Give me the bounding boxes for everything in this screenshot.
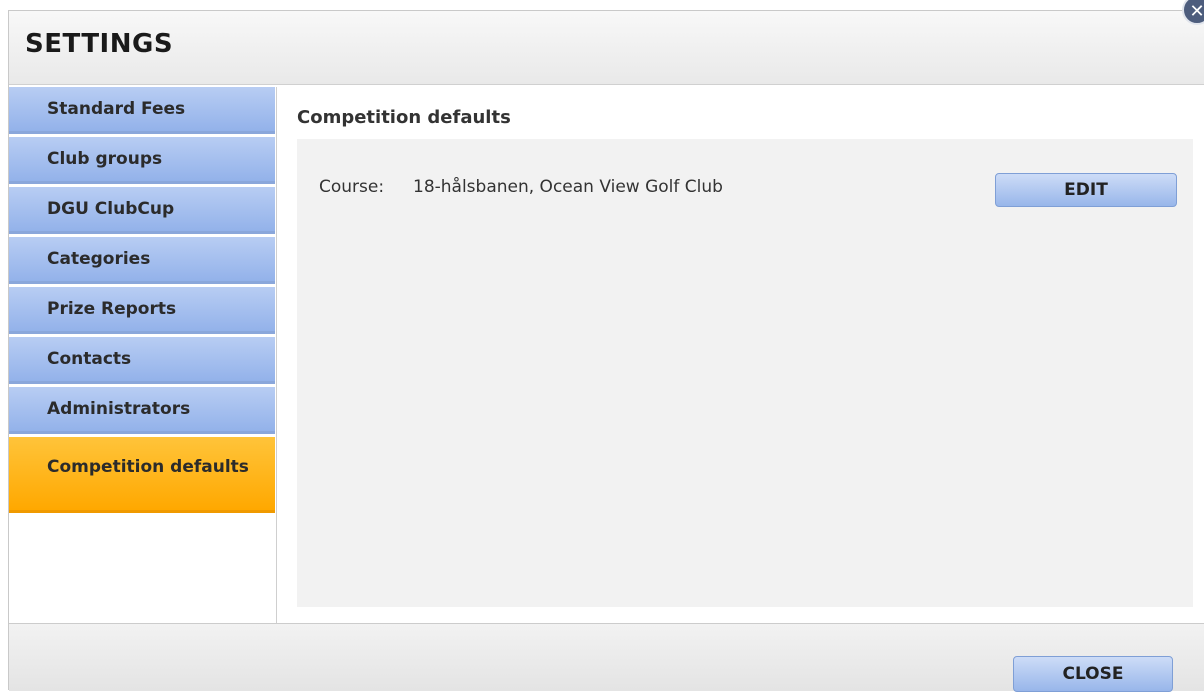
settings-sidebar: Standard Fees Club groups DGU ClubCup Ca…: [9, 87, 277, 623]
sidebar-item-categories[interactable]: Categories: [9, 237, 275, 284]
settings-content: Competition defaults Course: 18-hålsbane…: [279, 87, 1204, 623]
sidebar-item-club-groups[interactable]: Club groups: [9, 137, 275, 184]
sidebar-item-contacts[interactable]: Contacts: [9, 337, 275, 384]
dialog-footer: CLOSE: [9, 623, 1204, 692]
section-title: Competition defaults: [297, 107, 511, 128]
sidebar-item-dgu-clubcup[interactable]: DGU ClubCup: [9, 187, 275, 234]
sidebar-item-standard-fees[interactable]: Standard Fees: [9, 87, 275, 134]
settings-dialog: SETTINGS ✕ Standard Fees Club groups DGU…: [8, 0, 1204, 692]
sidebar-item-competition-defaults[interactable]: Competition defaults: [9, 437, 275, 513]
dialog-header: SETTINGS ✕: [9, 0, 1204, 85]
course-label: Course:: [319, 177, 385, 197]
dialog-title: SETTINGS: [25, 29, 174, 59]
competition-defaults-panel: Course: 18-hålsbanen, Ocean View Golf Cl…: [297, 139, 1193, 607]
sidebar-item-prize-reports[interactable]: Prize Reports: [9, 287, 275, 334]
close-button[interactable]: CLOSE: [1013, 656, 1173, 692]
sidebar-item-administrators[interactable]: Administrators: [9, 387, 275, 434]
course-value: 18-hålsbanen, Ocean View Golf Club: [413, 177, 723, 197]
close-icon[interactable]: ✕: [1182, 0, 1204, 25]
edit-button[interactable]: EDIT: [995, 173, 1177, 207]
